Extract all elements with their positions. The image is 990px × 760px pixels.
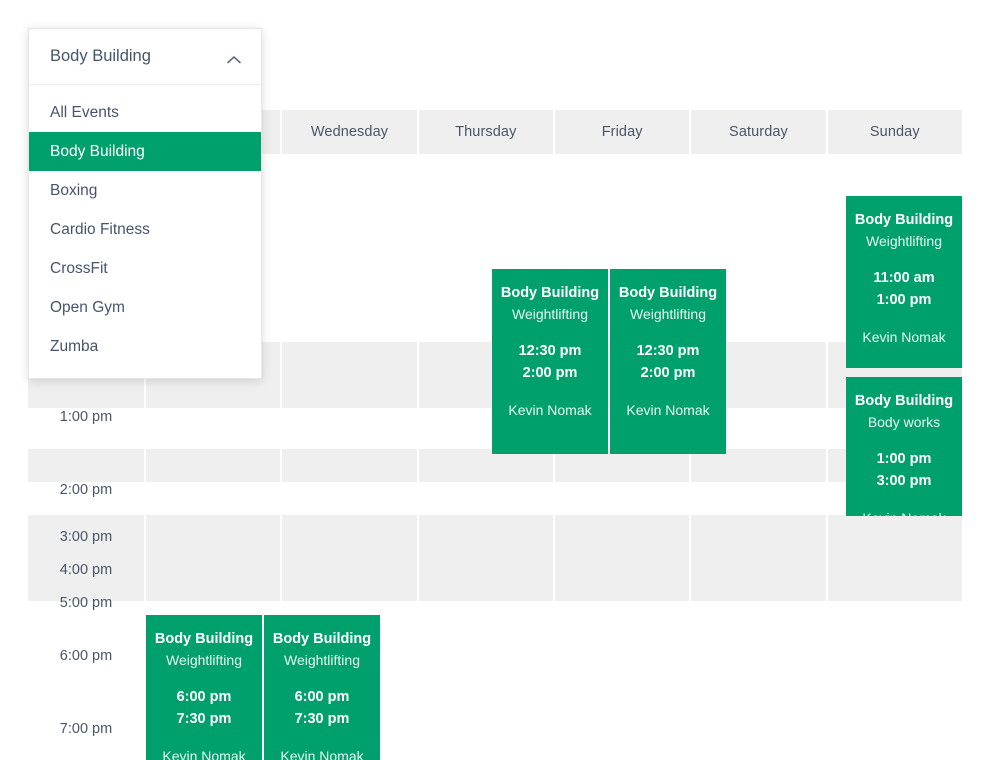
day-header-friday[interactable]: Friday: [555, 110, 689, 154]
event-category-dropdown[interactable]: Body Building All Events Body Building B…: [28, 28, 262, 379]
event-block[interactable]: Body Building Weightlifting 6:00 pm 7:30…: [264, 615, 380, 760]
hour-band-gutter: [28, 449, 144, 482]
dropdown-option-label: Open Gym: [50, 299, 125, 317]
chevron-up-icon[interactable]: [227, 52, 241, 62]
day-header-wednesday[interactable]: Wednesday: [282, 110, 416, 154]
day-header-sunday[interactable]: Sunday: [828, 110, 962, 154]
event-end-time: 7:30 pm: [152, 709, 256, 731]
dropdown-option-all-events[interactable]: All Events: [29, 93, 261, 132]
time-label-6pm: 6:00 pm: [28, 649, 144, 664]
grid-cell[interactable]: [282, 449, 416, 482]
dropdown-option-cardio-fitness[interactable]: Cardio Fitness: [29, 210, 261, 249]
event-title: Body Building: [270, 629, 374, 650]
event-block[interactable]: Body Building Weightlifting 12:30 pm 2:0…: [492, 269, 608, 454]
time-label-5pm: 5:00 pm: [28, 596, 144, 611]
dropdown-option-label: All Events: [50, 104, 119, 122]
grid-cell[interactable]: [282, 342, 416, 408]
dropdown-option-label: Zumba: [50, 338, 98, 356]
event-end-time: 2:00 pm: [616, 363, 720, 385]
event-subtitle: Weightlifting: [152, 650, 256, 671]
event-subtitle: Body works: [852, 412, 956, 433]
dropdown-option-label: Body Building: [50, 143, 145, 161]
event-subtitle: Weightlifting: [270, 650, 374, 671]
event-block[interactable]: Body Building Weightlifting 11:00 am 1:0…: [846, 196, 962, 368]
day-header-label: Sunday: [870, 124, 920, 140]
event-title: Body Building: [152, 629, 256, 650]
event-start-time: 12:30 pm: [616, 341, 720, 363]
event-title: Body Building: [498, 283, 602, 304]
event-start-time: 12:30 pm: [498, 341, 602, 363]
event-instructor: Kevin Nomak: [498, 401, 602, 421]
dropdown-option-body-building[interactable]: Body Building: [29, 132, 261, 171]
event-start-time: 11:00 am: [852, 268, 956, 290]
event-start-time: 6:00 pm: [270, 687, 374, 709]
event-end-time: 7:30 pm: [270, 709, 374, 731]
dropdown-option-list: All Events Body Building Boxing Cardio F…: [29, 85, 261, 378]
grid-cell[interactable]: [146, 515, 280, 601]
grid-cell[interactable]: [691, 515, 825, 601]
event-title: Body Building: [616, 283, 720, 304]
day-header-label: Wednesday: [311, 124, 388, 140]
event-block[interactable]: Body Building Weightlifting 12:30 pm 2:0…: [610, 269, 726, 454]
event-title: Body Building: [852, 391, 956, 412]
day-header-label: Thursday: [455, 124, 516, 140]
time-label-2pm: 2:00 pm: [28, 483, 144, 498]
event-end-time: 3:00 pm: [852, 471, 956, 493]
time-label-4pm: 4:00 pm: [28, 563, 144, 578]
event-end-time: 2:00 pm: [498, 363, 602, 385]
dropdown-option-label: CrossFit: [50, 260, 108, 278]
hour-band-gutter: [28, 515, 144, 601]
grid-cell[interactable]: [146, 449, 280, 482]
dropdown-option-zumba[interactable]: Zumba: [29, 327, 261, 366]
dropdown-option-boxing[interactable]: Boxing: [29, 171, 261, 210]
dropdown-option-open-gym[interactable]: Open Gym: [29, 288, 261, 327]
event-block[interactable]: Body Building Body works 1:00 pm 3:00 pm…: [846, 377, 962, 516]
event-title: Body Building: [852, 210, 956, 231]
event-instructor: Kevin Nomak: [616, 401, 720, 421]
event-start-time: 1:00 pm: [852, 449, 956, 471]
time-label-7pm: 7:00 pm: [28, 722, 144, 737]
event-instructor: Kevin Nomak: [852, 509, 956, 516]
grid-cell[interactable]: [419, 515, 553, 601]
event-instructor: Kevin Nomak: [852, 328, 956, 348]
dropdown-selected-label: Body Building: [50, 47, 227, 66]
event-block[interactable]: Body Building Weightlifting 6:00 pm 7:30…: [146, 615, 262, 760]
time-label-3pm: 3:00 pm: [28, 530, 144, 545]
time-label-1pm: 1:00 pm: [28, 410, 144, 425]
hour-band-6pm: [28, 515, 962, 601]
event-start-time: 6:00 pm: [152, 687, 256, 709]
dropdown-option-label: Boxing: [50, 182, 97, 200]
day-header-saturday[interactable]: Saturday: [691, 110, 825, 154]
dropdown-toggle[interactable]: Body Building: [29, 29, 261, 85]
event-subtitle: Weightlifting: [616, 304, 720, 325]
day-header-label: Friday: [602, 124, 643, 140]
dropdown-option-label: Cardio Fitness: [50, 221, 150, 239]
dropdown-option-crossfit[interactable]: CrossFit: [29, 249, 261, 288]
event-instructor: Kevin Nomak: [270, 747, 374, 760]
day-header-label: Saturday: [729, 124, 788, 140]
event-instructor: Kevin Nomak: [152, 747, 256, 760]
day-header-thursday[interactable]: Thursday: [419, 110, 553, 154]
event-subtitle: Weightlifting: [852, 231, 956, 252]
grid-cell[interactable]: [282, 515, 416, 601]
event-subtitle: Weightlifting: [498, 304, 602, 325]
event-end-time: 1:00 pm: [852, 290, 956, 312]
grid-cell[interactable]: [555, 515, 689, 601]
grid-cell[interactable]: [828, 515, 962, 601]
